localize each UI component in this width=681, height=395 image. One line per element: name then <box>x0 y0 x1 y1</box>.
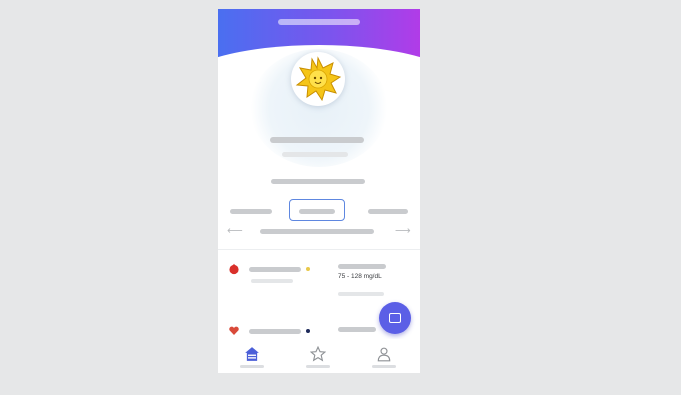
toggle-icon <box>389 313 401 323</box>
home-icon <box>245 347 259 361</box>
person-icon <box>377 347 391 362</box>
red-heart-icon <box>229 326 239 335</box>
phone-screen: ⟵ ⟶ 75 - 128 mg/dL <box>218 9 420 373</box>
profile-subtitle-placeholder <box>282 152 348 157</box>
bottom-navigation <box>218 339 420 373</box>
previous-arrow-icon[interactable]: ⟵ <box>227 225 243 237</box>
section-heading-placeholder <box>271 179 365 184</box>
star-icon <box>310 346 326 362</box>
nav-item-profile[interactable] <box>364 343 404 371</box>
tab-right-placeholder[interactable] <box>368 209 408 214</box>
next-arrow-icon[interactable]: ⟶ <box>395 225 411 237</box>
row2-title-placeholder <box>249 329 301 334</box>
sun-icon <box>295 56 342 102</box>
row1-status-dot <box>306 267 310 271</box>
nav-home-label-placeholder <box>240 365 264 368</box>
divider <box>218 249 420 250</box>
date-range-placeholder <box>260 229 374 234</box>
row1-subtitle-placeholder <box>251 279 293 283</box>
nav-profile-label-placeholder <box>372 365 396 368</box>
row1-title-placeholder <box>249 267 301 272</box>
nav-favorites-label-placeholder <box>306 365 330 368</box>
row1-value: 75 - 128 mg/dL <box>338 273 382 280</box>
row2-label-placeholder <box>338 327 376 332</box>
row1-label-placeholder <box>338 264 386 269</box>
period-tabs <box>218 199 420 225</box>
tab-left-placeholder[interactable] <box>230 209 272 214</box>
toggle-fab-button[interactable] <box>379 302 411 334</box>
nav-item-favorites[interactable] <box>298 343 338 371</box>
profile-name-placeholder <box>270 137 364 143</box>
row2-status-dot <box>306 329 310 333</box>
red-drop-icon <box>229 263 239 275</box>
row1-note-placeholder <box>338 292 384 296</box>
header-title-placeholder <box>278 19 360 25</box>
tab-selected-label-placeholder <box>299 209 335 214</box>
nav-item-home[interactable] <box>232 343 272 371</box>
